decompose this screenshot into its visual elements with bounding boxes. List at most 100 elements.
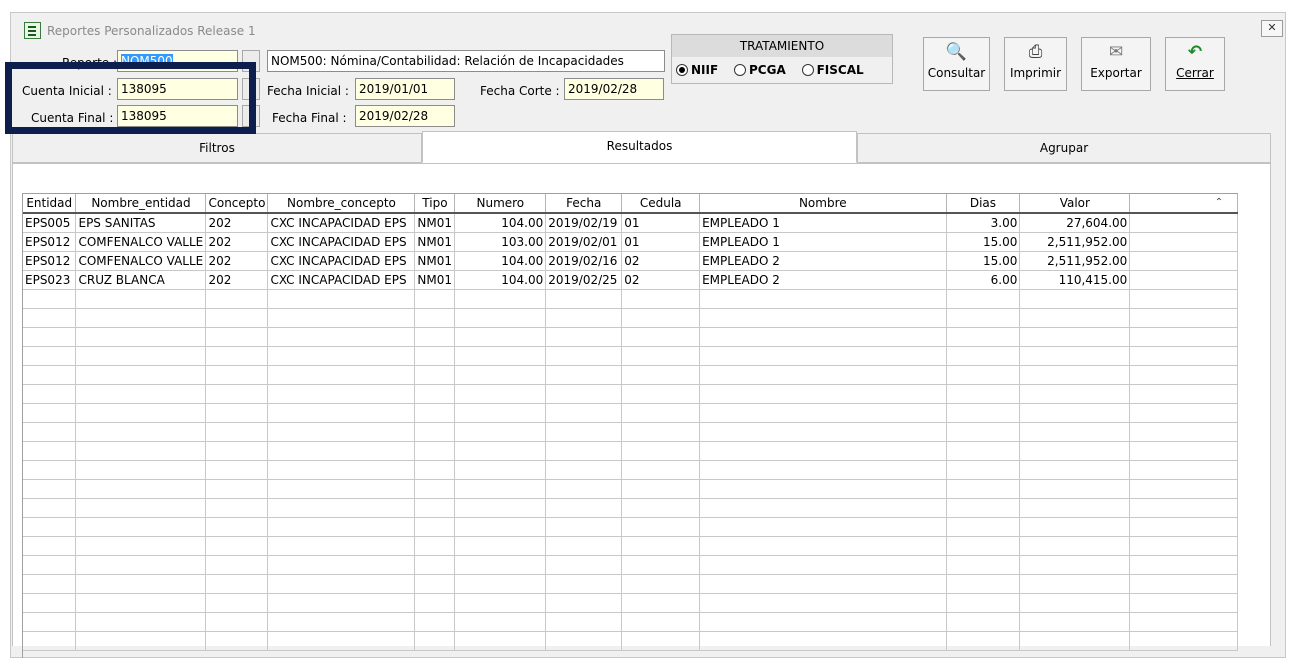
table-cell — [267, 574, 416, 594]
radio-niif[interactable]: NIIF — [676, 63, 718, 77]
empty-table-row[interactable] — [23, 403, 1238, 423]
table-cell — [267, 289, 416, 309]
table-cell — [75, 498, 207, 518]
table-cell — [23, 403, 77, 423]
table-cell: CXC INCAPACIDAD EPS — [267, 213, 416, 233]
table-cell — [205, 403, 269, 423]
fecha-corte-field[interactable]: 2019/02/28 — [564, 78, 664, 100]
col-header-dias[interactable]: Dias — [946, 194, 1021, 214]
radio-pcga[interactable]: PCGA — [734, 63, 786, 77]
table-cell — [699, 403, 947, 423]
table-cell — [414, 517, 456, 537]
table-cell: EPS012 — [23, 251, 77, 271]
table-cell — [621, 365, 701, 385]
empty-table-row[interactable] — [23, 555, 1238, 575]
export-icon: ✉ — [1108, 42, 1124, 62]
cerrar-button[interactable]: ↶ Cerrar — [1165, 37, 1225, 91]
table-cell — [414, 365, 456, 385]
col-header-concepto[interactable]: Concepto — [205, 194, 269, 214]
table-cell — [23, 555, 77, 575]
empty-table-row[interactable] — [23, 460, 1238, 480]
table-cell — [267, 441, 416, 461]
fecha-final-field[interactable]: 2019/02/28 — [355, 105, 455, 127]
table-cell — [205, 517, 269, 537]
empty-table-row[interactable] — [23, 422, 1238, 442]
col-header-nombre-entidad[interactable]: Nombre_entidad — [75, 194, 207, 214]
table-cell — [1129, 232, 1238, 252]
table-cell — [1129, 213, 1238, 233]
col-header-nombre-concepto[interactable]: Nombre_concepto — [267, 194, 416, 214]
col-header-nombre[interactable]: Nombre — [699, 194, 947, 214]
empty-table-row[interactable] — [23, 631, 1238, 651]
table-cell — [1019, 460, 1131, 480]
empty-table-row[interactable] — [23, 384, 1238, 404]
table-cell — [946, 631, 1021, 651]
table-row[interactable]: EPS023 CRUZ BLANCA 202 CXC INCAPACIDAD EPS N… — [23, 270, 1238, 290]
empty-table-row[interactable] — [23, 574, 1238, 594]
col-header-entidad[interactable]: Entidad — [23, 194, 77, 214]
tab-resultados[interactable]: Resultados — [422, 131, 857, 163]
empty-table-row[interactable] — [23, 498, 1238, 518]
table-cell: 202 — [205, 232, 269, 252]
empty-table-row[interactable] — [23, 346, 1238, 366]
results-grid[interactable]: Entidad Nombre_entidad Concepto Nombre_c… — [22, 193, 1238, 658]
exportar-button[interactable]: ✉ Exportar — [1081, 37, 1151, 91]
table-cell — [1129, 612, 1238, 632]
empty-table-row[interactable] — [23, 517, 1238, 537]
table-cell — [1019, 631, 1131, 651]
col-header-tipo[interactable]: Tipo — [414, 194, 456, 214]
table-cell — [1129, 517, 1238, 537]
table-cell — [545, 441, 623, 461]
col-header-valor[interactable]: Valor — [1019, 194, 1131, 214]
consultar-button[interactable]: 🔍 Consultar — [923, 37, 990, 91]
tab-agrupar[interactable]: Agrupar — [857, 133, 1271, 163]
table-cell — [699, 612, 947, 632]
empty-table-row[interactable] — [23, 327, 1238, 347]
table-cell — [414, 441, 456, 461]
empty-table-row[interactable] — [23, 593, 1238, 613]
table-cell — [23, 593, 77, 613]
table-cell — [23, 612, 77, 632]
col-header-fecha[interactable]: Fecha — [545, 194, 623, 214]
empty-table-row[interactable] — [23, 365, 1238, 385]
table-cell — [946, 365, 1021, 385]
radio-fiscal[interactable]: FISCAL — [801, 63, 864, 77]
empty-table-row[interactable] — [23, 308, 1238, 328]
table-cell — [75, 422, 207, 442]
table-cell — [699, 327, 947, 347]
table-cell — [23, 365, 77, 385]
empty-table-row[interactable] — [23, 289, 1238, 309]
cerrar-label: Cerrar — [1176, 66, 1214, 80]
table-cell: 3.00 — [946, 213, 1021, 233]
table-cell — [621, 460, 701, 480]
imprimir-button[interactable]: ⎙ Imprimir — [1004, 37, 1067, 91]
table-cell — [946, 460, 1021, 480]
table-cell — [454, 574, 547, 594]
fecha-inicial-field[interactable]: 2019/01/01 — [355, 78, 455, 100]
empty-table-row[interactable] — [23, 612, 1238, 632]
col-header-cedula[interactable]: Cedula — [621, 194, 701, 214]
col-header-numero[interactable]: Numero — [454, 194, 547, 214]
table-row[interactable]: EPS012 COMFENALCO VALLE 202 CXC INCAPACIDAD… — [23, 232, 1238, 252]
tab-filtros[interactable]: Filtros — [12, 133, 422, 163]
table-cell — [267, 631, 416, 651]
radio-fiscal-label: FISCAL — [816, 63, 864, 77]
reporte-description: NOM500: Nómina/Contabilidad: Relación de… — [267, 50, 665, 72]
table-cell: 202 — [205, 270, 269, 290]
empty-table-row[interactable] — [23, 441, 1238, 461]
table-cell — [1129, 498, 1238, 518]
empty-table-row[interactable] — [23, 479, 1238, 499]
scroll-up-arrow-icon[interactable]: ⌃ — [1212, 196, 1226, 210]
table-cell — [454, 593, 547, 613]
table-cell — [23, 327, 77, 347]
table-cell — [23, 536, 77, 556]
window-close-button[interactable]: ✕ — [1261, 20, 1283, 37]
table-cell — [545, 517, 623, 537]
table-cell — [414, 384, 456, 404]
table-cell — [1019, 517, 1131, 537]
table-cell: 01 — [621, 213, 701, 233]
table-row[interactable]: EPS012 COMFENALCO VALLE 202 CXC INCAPACIDAD… — [23, 251, 1238, 271]
empty-table-row[interactable] — [23, 536, 1238, 556]
table-row[interactable]: EPS005 EPS SANITAS 202 CXC INCAPACIDAD EPS N… — [23, 213, 1238, 233]
table-cell — [545, 384, 623, 404]
